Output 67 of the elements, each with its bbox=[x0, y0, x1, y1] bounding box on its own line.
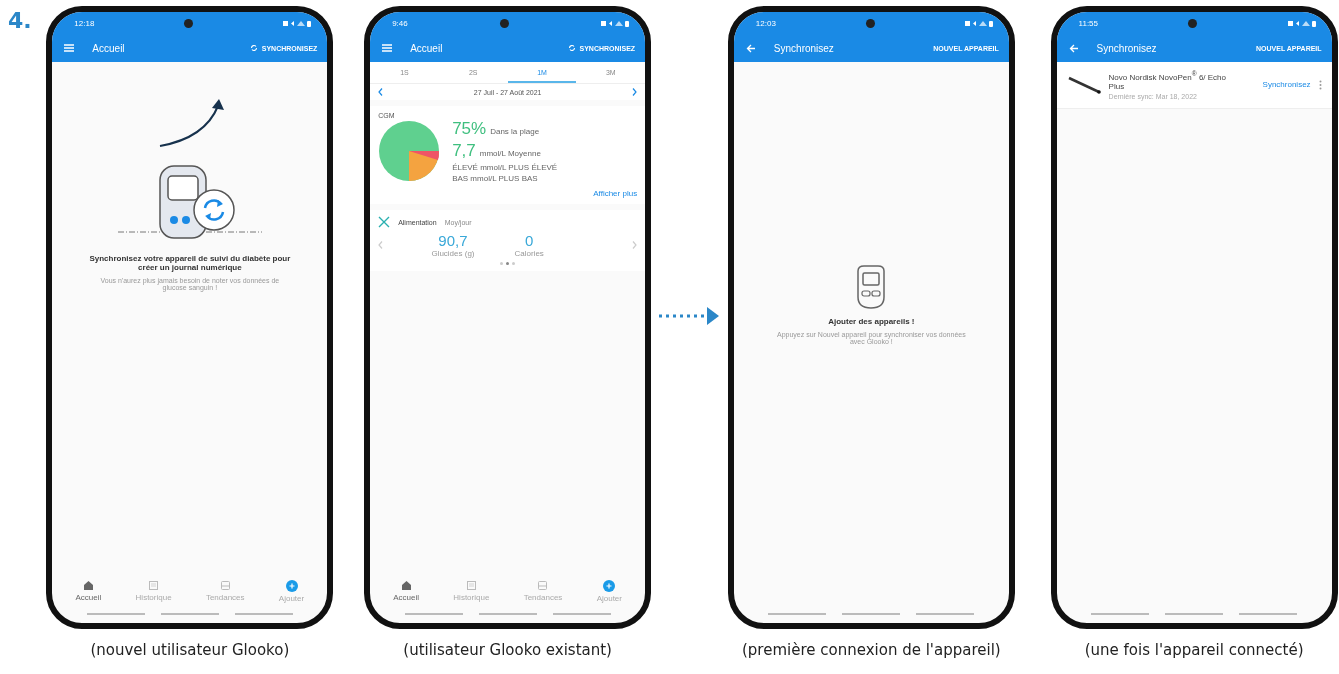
empty-state-title: Ajouter des appareils ! bbox=[827, 316, 916, 326]
average-value: 7,7 bbox=[452, 141, 476, 161]
home-icon bbox=[400, 580, 412, 591]
bottom-nav-item[interactable]: Historique bbox=[135, 580, 172, 603]
empty-state-title: Synchronisez votre appareil de suivi du diabète pour créer un journal numérique bbox=[88, 254, 292, 272]
screen-caption: (utilisateur Glooko existant) bbox=[403, 641, 612, 659]
bottom-nav-item[interactable]: Ajouter bbox=[596, 580, 622, 603]
screen-caption: (nouvel utilisateur Glooko) bbox=[90, 641, 290, 659]
status-icons bbox=[1287, 19, 1318, 27]
add-icon bbox=[603, 580, 616, 592]
more-options-icon[interactable] bbox=[1318, 79, 1322, 90]
status-icons bbox=[601, 19, 632, 27]
calendar-icon bbox=[148, 580, 160, 591]
high-stat: ÉLEVÉ mmol/L PLUS ÉLEVÉ bbox=[452, 163, 558, 172]
show-more-link[interactable]: Afficher plus bbox=[593, 189, 638, 198]
next-chevron-icon[interactable] bbox=[632, 88, 638, 96]
sync-link[interactable]: Synchronisez bbox=[1262, 80, 1311, 90]
bottom-nav-item[interactable]: Accueil bbox=[393, 580, 420, 603]
device-name: Novo Nordisk NovoPen$^{®}$ 6/ Echo Plus bbox=[1108, 70, 1227, 91]
stat-label: Glucides (g) bbox=[431, 249, 475, 258]
screen-caption: (une fois l'appareil connecté) bbox=[1084, 641, 1304, 659]
screen-title: Synchronisez bbox=[1096, 42, 1158, 54]
add-icon bbox=[285, 580, 298, 592]
bottom-nav-item[interactable]: Accueil bbox=[75, 580, 102, 603]
next-chevron-icon[interactable] bbox=[632, 241, 638, 249]
back-arrow-icon[interactable] bbox=[745, 43, 756, 53]
calendar-icon bbox=[465, 580, 477, 591]
chart-icon bbox=[219, 580, 231, 591]
screen-title: Accueil bbox=[92, 42, 126, 54]
menu-icon[interactable] bbox=[64, 44, 75, 52]
screen-title: Synchronisez bbox=[773, 42, 835, 54]
insulin-pen-icon bbox=[1066, 74, 1101, 95]
camera-hole bbox=[499, 18, 509, 28]
low-stat: BAS mmol/L PLUS BAS bbox=[452, 174, 539, 183]
back-arrow-icon[interactable] bbox=[1068, 43, 1079, 53]
status-time: 12:18 bbox=[74, 18, 95, 28]
stat-value: 90,7 bbox=[438, 232, 468, 249]
status-time: 12:03 bbox=[755, 18, 776, 28]
pie-chart-drawing bbox=[378, 120, 441, 182]
bottom-nav-item[interactable]: Historique bbox=[453, 580, 490, 603]
sync-icon bbox=[249, 44, 258, 52]
bottom-nav-item[interactable]: Tendances bbox=[205, 580, 245, 603]
status-time: 9:46 bbox=[392, 18, 408, 28]
stat-value: 0 bbox=[525, 232, 534, 249]
stat-label: Calories bbox=[514, 249, 544, 258]
menu-icon[interactable] bbox=[382, 44, 393, 52]
bottom-nav-item[interactable]: Ajouter bbox=[278, 580, 305, 603]
in-range-value: 75% bbox=[452, 119, 487, 139]
page-dots bbox=[500, 262, 516, 265]
home-icon bbox=[82, 580, 94, 591]
step-number: 4. bbox=[8, 8, 33, 33]
status-icons bbox=[283, 19, 314, 27]
in-range-label: Dans la plage bbox=[490, 127, 540, 136]
status-icons bbox=[964, 19, 995, 27]
camera-hole bbox=[1188, 18, 1198, 28]
camera-hole bbox=[865, 18, 875, 28]
cutlery-icon bbox=[378, 216, 391, 228]
sync-icon bbox=[567, 44, 576, 52]
average-label: mmol/L Moyenne bbox=[479, 149, 541, 158]
previous-chevron-icon[interactable] bbox=[378, 241, 384, 249]
chart-icon bbox=[537, 580, 549, 591]
status-time: 11:55 bbox=[1078, 18, 1099, 28]
camera-hole bbox=[184, 18, 194, 28]
screen-caption: (première connexion de l'appareil) bbox=[742, 641, 1001, 659]
screen-title: Accueil bbox=[410, 42, 444, 54]
bottom-nav-item[interactable]: Tendances bbox=[523, 580, 563, 603]
previous-chevron-icon[interactable] bbox=[378, 88, 384, 96]
